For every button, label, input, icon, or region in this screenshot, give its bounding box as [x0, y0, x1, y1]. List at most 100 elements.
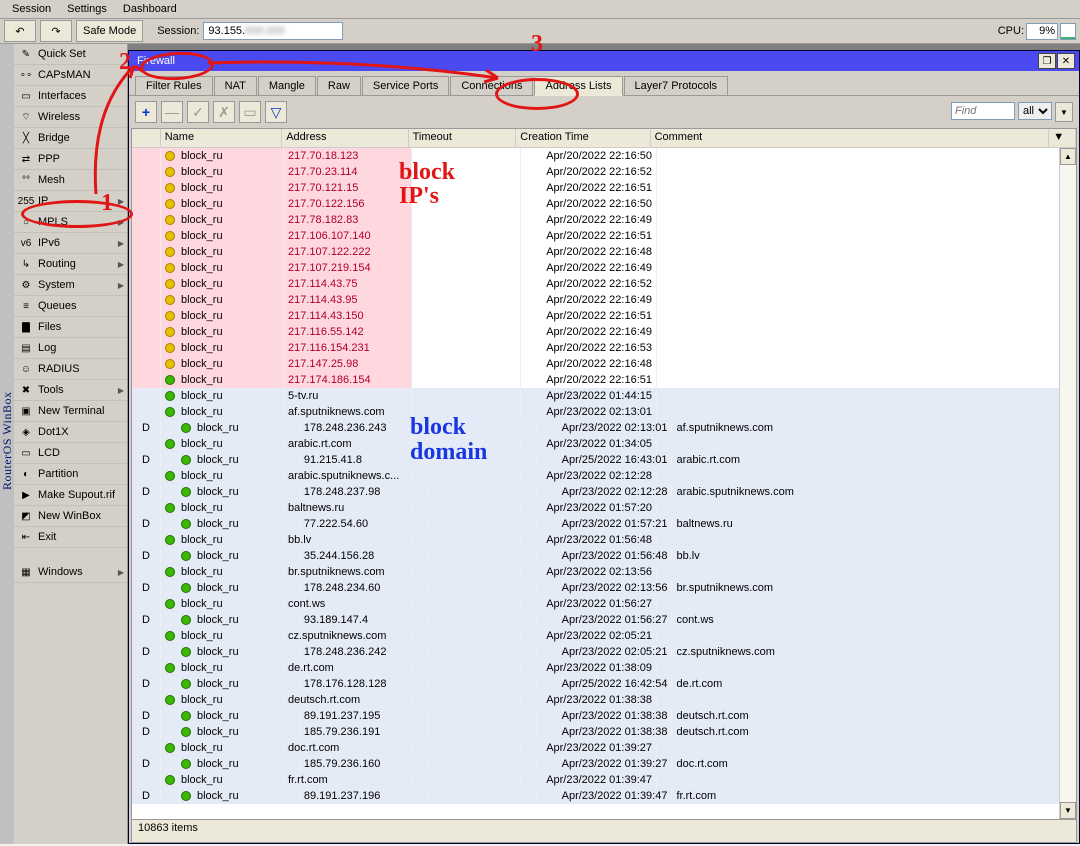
sidebar-item-mesh[interactable]: °°Mesh — [14, 170, 127, 191]
disable-button[interactable]: ✗ — [213, 101, 235, 123]
find-input[interactable] — [951, 102, 1015, 120]
sidebar-item-files[interactable]: ▇Files — [14, 317, 127, 338]
table-row[interactable]: block_ru217.70.23.114Apr/20/2022 22:16:5… — [132, 164, 1076, 180]
sidebar-icon: ∘∘ — [18, 67, 34, 83]
table-row[interactable]: block_rudeutsch.rt.comApr/23/2022 01:38:… — [132, 692, 1076, 708]
table-row[interactable]: Dblock_ru178.248.234.60Apr/23/2022 02:13… — [132, 580, 1076, 596]
sidebar-item-radius[interactable]: ☺RADIUS — [14, 359, 127, 380]
table-row[interactable]: block_ru217.107.122.222Apr/20/2022 22:16… — [132, 244, 1076, 260]
table-row[interactable]: Dblock_ru178.248.237.98Apr/23/2022 02:12… — [132, 484, 1076, 500]
table-row[interactable]: block_rubb.lvApr/23/2022 01:56:48 — [132, 532, 1076, 548]
tab-mangle[interactable]: Mangle — [258, 76, 316, 95]
table-row[interactable]: Dblock_ru178.248.236.242Apr/23/2022 02:0… — [132, 644, 1076, 660]
tab-service-ports[interactable]: Service Ports — [362, 76, 449, 95]
redo-button[interactable]: ↷ — [40, 20, 72, 42]
sidebar-item-ipv6[interactable]: v6IPv6▶ — [14, 233, 127, 254]
safe-mode-button[interactable]: Safe Mode — [76, 20, 143, 42]
window-titlebar[interactable]: Firewall ❐ ✕ — [129, 51, 1079, 71]
sidebar-icon: °° — [18, 172, 34, 188]
tab-raw[interactable]: Raw — [317, 76, 361, 95]
scroll-down-icon[interactable]: ▼ — [1060, 802, 1076, 819]
table-row[interactable]: block_ru5-tv.ruApr/23/2022 01:44:15 — [132, 388, 1076, 404]
sidebar-icon — [18, 547, 34, 563]
menu-session[interactable]: Session — [4, 1, 59, 17]
table-row[interactable]: block_rudoc.rt.comApr/23/2022 01:39:27 — [132, 740, 1076, 756]
table-row[interactable]: block_ru217.70.18.123Apr/20/2022 22:16:5… — [132, 148, 1076, 164]
tab-nat[interactable]: NAT — [214, 76, 257, 95]
enable-button[interactable]: ✓ — [187, 101, 209, 123]
table-row[interactable]: Dblock_ru89.191.237.195Apr/23/2022 01:38… — [132, 708, 1076, 724]
table-row[interactable]: Dblock_ru35.244.156.28Apr/23/2022 01:56:… — [132, 548, 1076, 564]
submenu-arrow-icon: ▶ — [118, 281, 124, 290]
restore-button[interactable]: ❐ — [1038, 53, 1056, 69]
filter-button[interactable]: ▽ — [265, 101, 287, 123]
menu-settings[interactable]: Settings — [59, 1, 115, 17]
table-row[interactable]: block_ru217.114.43.150Apr/20/2022 22:16:… — [132, 308, 1076, 324]
table-row[interactable]: block_ru217.78.182.83Apr/20/2022 22:16:4… — [132, 212, 1076, 228]
sidebar-icon: ▣ — [18, 403, 34, 419]
table-row[interactable]: block_rufr.rt.comApr/23/2022 01:39:47 — [132, 772, 1076, 788]
sidebar-item-tools[interactable]: ✖Tools▶ — [14, 380, 127, 401]
table-row[interactable]: block_ru217.70.122.156Apr/20/2022 22:16:… — [132, 196, 1076, 212]
submenu-arrow-icon: ▶ — [118, 239, 124, 248]
sidebar-item-wireless[interactable]: ⌔Wireless — [14, 107, 127, 128]
sidebar-item-lcd[interactable]: ▭LCD — [14, 443, 127, 464]
table-row[interactable]: block_rucont.wsApr/23/2022 01:56:27 — [132, 596, 1076, 612]
sidebar-item-queues[interactable]: ≡Queues — [14, 296, 127, 317]
table-row[interactable]: Dblock_ru178.248.236.243Apr/23/2022 02:1… — [132, 420, 1076, 436]
table-row[interactable]: Dblock_ru93.189.147.4Apr/23/2022 01:56:2… — [132, 612, 1076, 628]
grid-header[interactable]: Name Address Timeout Creation Time Comme… — [132, 129, 1076, 148]
table-row[interactable]: Dblock_ru185.79.236.160Apr/23/2022 01:39… — [132, 756, 1076, 772]
table-row[interactable]: block_ru217.116.154.231Apr/20/2022 22:16… — [132, 340, 1076, 356]
sidebar-item-capsman[interactable]: ∘∘CAPsMAN — [14, 65, 127, 86]
table-row[interactable]: block_ruaf.sputniknews.comApr/23/2022 02… — [132, 404, 1076, 420]
table-row[interactable]: block_ru217.116.55.142Apr/20/2022 22:16:… — [132, 324, 1076, 340]
close-button[interactable]: ✕ — [1057, 53, 1075, 69]
sidebar-item-routing[interactable]: ↳Routing▶ — [14, 254, 127, 275]
undo-button[interactable]: ↶ — [4, 20, 36, 42]
table-row[interactable]: block_rucz.sputniknews.comApr/23/2022 02… — [132, 628, 1076, 644]
add-button[interactable]: + — [135, 101, 157, 123]
sidebar-item-interfaces[interactable]: ▭Interfaces — [14, 86, 127, 107]
sidebar-item-exit[interactable]: ⇤Exit — [14, 527, 127, 548]
sidebar-item-bridge[interactable]: ╳Bridge — [14, 128, 127, 149]
table-row[interactable]: block_ru217.114.43.75Apr/20/2022 22:16:5… — [132, 276, 1076, 292]
table-row[interactable]: block_rubaltnews.ruApr/23/2022 01:57:20 — [132, 500, 1076, 516]
table-row[interactable]: block_rubr.sputniknews.comApr/23/2022 02… — [132, 564, 1076, 580]
sidebar-item-system[interactable]: ⚙System▶ — [14, 275, 127, 296]
sidebar-item-dot1x[interactable]: ◈Dot1X — [14, 422, 127, 443]
table-row[interactable]: block_ru217.147.25.98Apr/20/2022 22:16:4… — [132, 356, 1076, 372]
sidebar-item-ppp[interactable]: ⇄PPP — [14, 149, 127, 170]
remove-button[interactable]: — — [161, 101, 183, 123]
table-row[interactable]: block_rude.rt.comApr/23/2022 01:38:09 — [132, 660, 1076, 676]
sidebar-item-log[interactable]: ▤Log — [14, 338, 127, 359]
table-row[interactable]: block_ru217.174.186.154Apr/20/2022 22:16… — [132, 372, 1076, 388]
sidebar-item-new-winbox[interactable]: ◩New WinBox — [14, 506, 127, 527]
table-row[interactable]: Dblock_ru77.222.54.60Apr/23/2022 01:57:2… — [132, 516, 1076, 532]
dropdown-button[interactable]: ▼ — [1055, 102, 1073, 122]
filter-select[interactable]: all — [1018, 102, 1052, 120]
menu-dashboard[interactable]: Dashboard — [115, 1, 185, 17]
sidebar-item-new-terminal[interactable]: ▣New Terminal — [14, 401, 127, 422]
submenu-arrow-icon: ▶ — [118, 260, 124, 269]
table-row[interactable]: Dblock_ru178.176.128.128Apr/25/2022 16:4… — [132, 676, 1076, 692]
table-row[interactable]: block_ru217.106.107.140Apr/20/2022 22:16… — [132, 228, 1076, 244]
sidebar-item-quick-set[interactable]: ✎Quick Set — [14, 44, 127, 65]
table-row[interactable]: block_ruarabic.rt.comApr/23/2022 01:34:0… — [132, 436, 1076, 452]
sidebar-item-partition[interactable]: ◐Partition — [14, 464, 127, 485]
table-row[interactable]: Dblock_ru89.191.237.196Apr/23/2022 01:39… — [132, 788, 1076, 804]
table-row[interactable]: Dblock_ru91.215.41.8Apr/25/2022 16:43:01… — [132, 452, 1076, 468]
table-row[interactable]: block_ruarabic.sputniknews.c...Apr/23/20… — [132, 468, 1076, 484]
tab-layer7-protocols[interactable]: Layer7 Protocols — [624, 76, 729, 95]
sidebar-icon: ▦ — [18, 564, 34, 580]
sidebar-item-make-supout.rif[interactable]: ▶Make Supout.rif — [14, 485, 127, 506]
scrollbar[interactable]: ▲ ▼ — [1059, 148, 1076, 819]
scroll-up-icon[interactable]: ▲ — [1060, 148, 1076, 165]
table-row[interactable]: block_ru217.107.219.154Apr/20/2022 22:16… — [132, 260, 1076, 276]
comment-button[interactable]: ▭ — [239, 101, 261, 123]
table-row[interactable]: block_ru217.70.121.15Apr/20/2022 22:16:5… — [132, 180, 1076, 196]
table-row[interactable]: Dblock_ru185.79.236.191Apr/23/2022 01:38… — [132, 724, 1076, 740]
table-row[interactable]: block_ru217.114.43.95Apr/20/2022 22:16:4… — [132, 292, 1076, 308]
sidebar-item-windows[interactable]: ▦Windows▶ — [14, 562, 127, 583]
sidebar-item-sep — [14, 548, 127, 562]
